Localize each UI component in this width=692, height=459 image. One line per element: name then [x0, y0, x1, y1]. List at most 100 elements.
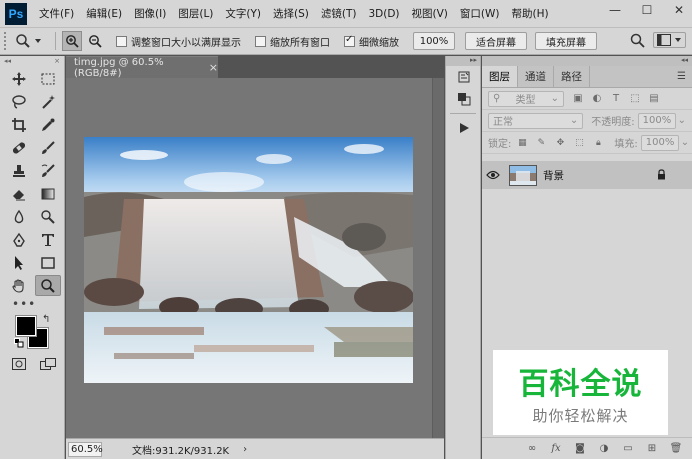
dodge-tool[interactable]: [35, 206, 61, 227]
menu-select[interactable]: 选择(S): [267, 6, 315, 21]
rectangle-tool[interactable]: [35, 252, 61, 273]
delete-layer-icon[interactable]: 🗑︎: [670, 443, 683, 454]
chevron-down-icon[interactable]: ⌄: [678, 115, 686, 126]
fill-field[interactable]: 100%: [640, 134, 679, 151]
marquee-tool[interactable]: [35, 68, 61, 89]
tab-channels[interactable]: 通道: [518, 66, 554, 87]
document-tab[interactable]: timg.jpg @ 60.5%(RGB/8#) ×: [66, 56, 218, 79]
menu-image[interactable]: 图像(I): [128, 6, 172, 21]
pixel-filter-icon[interactable]: ▣: [572, 93, 584, 105]
menu-filter[interactable]: 滤镜(T): [315, 6, 363, 21]
canvas-image[interactable]: [84, 137, 413, 383]
side-dock-header[interactable]: ▸▸: [446, 56, 480, 66]
default-colors-icon[interactable]: [14, 338, 24, 348]
status-bar: 60.5% 文档:931.2K/931.2K ›: [66, 438, 444, 459]
blend-mode-select[interactable]: 正常 ⌄: [488, 112, 584, 129]
hand-tool[interactable]: [6, 275, 32, 296]
new-group-icon[interactable]: ▭: [622, 443, 634, 454]
screen-mode-icon[interactable]: [40, 358, 56, 370]
search-icon[interactable]: [630, 33, 645, 48]
scrubby-zoom-checkbox[interactable]: 细微缩放: [344, 34, 399, 49]
filter-kind-select[interactable]: ⚲ 类型 ⌄: [488, 90, 564, 107]
scrubby-zoom-box[interactable]: [344, 34, 355, 47]
clone-stamp-tool[interactable]: [6, 160, 32, 181]
quick-mask-icon[interactable]: [12, 358, 26, 370]
properties-panel-button[interactable]: [446, 88, 482, 110]
lock-transparency-icon[interactable]: ▦: [516, 137, 528, 149]
shape-filter-icon[interactable]: ⬚: [629, 93, 641, 105]
history-brush-tool[interactable]: [35, 160, 61, 181]
pen-tool[interactable]: [6, 229, 32, 250]
collapse-arrows-icon[interactable]: ◂◂: [4, 57, 11, 65]
zoom-all-windows-checkbox[interactable]: 缩放所有窗口: [255, 34, 330, 49]
fill-screen-button[interactable]: 填充屏幕: [535, 32, 597, 50]
close-button[interactable]: ✕: [672, 3, 686, 17]
panel-header[interactable]: ◂◂: [482, 56, 692, 66]
visibility-toggle[interactable]: [482, 170, 504, 180]
workspace-switcher[interactable]: [653, 32, 686, 48]
adjustment-layer-icon[interactable]: ◑: [598, 443, 610, 454]
tab-layers[interactable]: 图层: [482, 66, 518, 87]
status-menu-arrow[interactable]: ›: [243, 444, 247, 455]
type-filter-icon[interactable]: T: [610, 93, 622, 105]
path-select-tool[interactable]: [6, 252, 32, 273]
chevron-down-icon[interactable]: ⌄: [681, 137, 689, 148]
lock-artboard-icon[interactable]: ⬚: [573, 137, 585, 149]
zoom-in-button[interactable]: [62, 31, 82, 51]
canvas-area[interactable]: [66, 78, 432, 438]
crop-tool[interactable]: [6, 114, 32, 135]
lock-position-icon[interactable]: ✥: [554, 137, 566, 149]
close-tab-icon[interactable]: ×: [209, 61, 218, 74]
menu-layer[interactable]: 图层(L): [172, 6, 219, 21]
blur-tool[interactable]: [6, 206, 32, 227]
actions-panel-button[interactable]: [446, 117, 482, 139]
menu-view[interactable]: 视图(V): [406, 6, 454, 21]
menu-type[interactable]: 文字(Y): [219, 6, 267, 21]
history-panel-button[interactable]: [446, 66, 482, 88]
close-panel-icon[interactable]: ×: [54, 57, 60, 65]
add-mask-icon[interactable]: ◙: [574, 443, 586, 454]
menu-help[interactable]: 帮助(H): [506, 6, 555, 21]
zoom-out-button[interactable]: [85, 31, 105, 51]
more-tools-icon[interactable]: •••: [6, 297, 63, 311]
resize-windows-checkbox[interactable]: 调整窗口大小以满屏显示: [116, 34, 241, 49]
new-layer-icon[interactable]: ⊞: [646, 443, 658, 454]
opacity-field[interactable]: 100%: [637, 112, 676, 129]
gradient-tool[interactable]: [35, 183, 61, 204]
panel-menu-icon[interactable]: ☰: [677, 71, 686, 82]
healing-brush-tool[interactable]: [6, 137, 32, 158]
eyedropper-tool[interactable]: [35, 114, 61, 135]
menu-file[interactable]: 文件(F): [33, 6, 80, 21]
swap-colors-icon[interactable]: ↰: [42, 314, 50, 325]
layer-row[interactable]: 背景: [482, 161, 692, 189]
foreground-color[interactable]: [15, 315, 37, 337]
quick-select-tool[interactable]: [35, 91, 61, 112]
lock-all-icon[interactable]: 🔒︎: [592, 137, 604, 149]
zoom-tool[interactable]: [35, 275, 61, 296]
vertical-scrollbar[interactable]: [432, 78, 444, 438]
fit-screen-button[interactable]: 适合屏幕: [465, 32, 527, 50]
lasso-tool[interactable]: [6, 91, 32, 112]
menu-window[interactable]: 窗口(W): [454, 6, 506, 21]
eraser-tool[interactable]: [6, 183, 32, 204]
tab-paths[interactable]: 路径: [554, 66, 590, 87]
menu-edit[interactable]: 编辑(E): [80, 6, 128, 21]
lock-image-icon[interactable]: ✎: [535, 137, 547, 149]
layer-style-icon[interactable]: fx: [550, 443, 562, 454]
resize-windows-box[interactable]: [116, 35, 127, 47]
maximize-button[interactable]: ☐: [640, 3, 654, 17]
minimize-button[interactable]: —: [608, 3, 622, 17]
options-grip[interactable]: [4, 32, 9, 50]
menu-3d[interactable]: 3D(D): [362, 8, 405, 20]
type-tool[interactable]: [35, 229, 61, 250]
move-tool[interactable]: [6, 68, 32, 89]
link-layers-icon[interactable]: ∞: [526, 443, 538, 454]
zoom-100-button[interactable]: 100%: [413, 32, 455, 50]
brush-tool[interactable]: [35, 137, 61, 158]
adjustment-filter-icon[interactable]: ◐: [591, 93, 603, 105]
zoom-level-field[interactable]: 60.5%: [68, 441, 103, 457]
tool-preset-picker[interactable]: [15, 33, 49, 49]
blend-mode-label: 正常: [493, 117, 513, 128]
zoom-all-windows-box[interactable]: [255, 35, 266, 47]
smart-object-filter-icon[interactable]: ▤: [648, 93, 660, 105]
